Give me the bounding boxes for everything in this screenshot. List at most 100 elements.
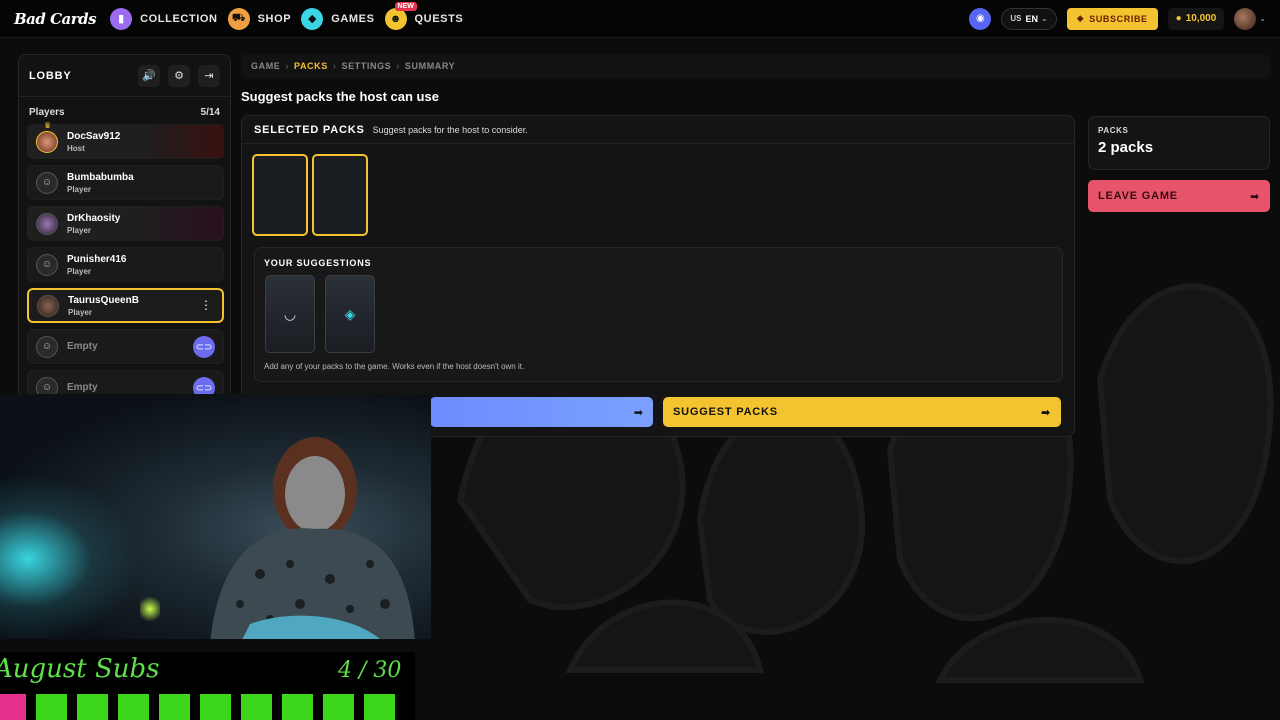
progress-cell: [323, 694, 354, 720]
language-code: EN: [1025, 13, 1038, 24]
avatar: [36, 212, 58, 235]
cart-icon: ⛟: [227, 7, 250, 30]
selected-pack-slot[interactable]: [252, 154, 308, 236]
progress-cell: [200, 694, 231, 720]
collection-icon: ▮: [110, 7, 133, 30]
webcam-overlay: [0, 394, 431, 639]
suggestions-note: Add any of your packs to the game. Works…: [264, 362, 525, 371]
leave-game-button[interactable]: LEAVE GAME ➡: [1088, 180, 1270, 212]
player-role: Player: [68, 307, 93, 317]
player-name: DrKhaosity: [67, 212, 121, 224]
chevron-down-icon[interactable]: ⌄: [1259, 14, 1266, 23]
player-role: Player: [67, 266, 92, 276]
leave-game-label: LEAVE GAME: [1098, 190, 1178, 202]
progress-cell: [282, 694, 313, 720]
nav-collection[interactable]: ▮ COLLECTION: [110, 7, 218, 30]
selected-packs-panel: SELECTED PACKS Suggest packs for the hos…: [241, 115, 1075, 437]
sound-icon[interactable]: 🔊: [138, 64, 160, 87]
player-row[interactable]: DrKhaosity Player: [27, 206, 224, 241]
progress-cell: [159, 694, 190, 720]
breadcrumb-settings[interactable]: SETTINGS: [341, 61, 391, 71]
invite-link-icon[interactable]: ⊂⊃: [193, 336, 215, 358]
arrow-right-icon: ➡: [1040, 406, 1051, 419]
progress-cell: [77, 694, 108, 720]
nav-quests[interactable]: ☻ NEW QUESTS: [384, 1, 464, 30]
arrow-right-icon: ➡: [1249, 190, 1260, 203]
suggestions-box: YOUR SUGGESTIONS ◡ ◈ Add any of your pac…: [254, 247, 1063, 382]
player-role: Player: [67, 184, 92, 194]
nav-games-label: GAMES: [331, 12, 375, 25]
brand-logo[interactable]: Bad Cards: [14, 10, 97, 28]
breadcrumb-packs[interactable]: PACKS: [294, 61, 328, 71]
nav-shop-label: SHOP: [257, 12, 292, 25]
player-name: TaurusQueenB: [68, 294, 139, 306]
nav-shop[interactable]: ⛟ SHOP: [227, 7, 292, 30]
players-header: Players 5/14: [19, 97, 230, 124]
more-options-icon[interactable]: ⋮: [200, 298, 212, 312]
crown-icon: ♛: [44, 121, 52, 130]
flag-icon: US: [1010, 14, 1022, 23]
progress-cell: [364, 694, 395, 720]
selected-pack-slot[interactable]: [312, 154, 368, 236]
subscribe-label: SUBSCRIBE: [1089, 13, 1148, 24]
subscribe-button[interactable]: ◆ SUBSCRIBE: [1066, 7, 1158, 30]
breadcrumb: GAME › PACKS › SETTINGS › SUMMARY: [241, 54, 1270, 78]
avatar: [37, 294, 59, 317]
progress-cell: [36, 694, 67, 720]
avatar: ☺: [36, 253, 58, 276]
avatar: ☺: [36, 171, 58, 194]
progress-cell: [0, 694, 26, 720]
pack-card[interactable]: ◈: [325, 275, 375, 353]
nav-collection-label: COLLECTION: [140, 12, 218, 25]
empty-label: Empty: [67, 341, 98, 352]
player-row[interactable]: ♛ DocSav912 Host: [27, 121, 224, 159]
suggest-packs-button[interactable]: SUGGEST PACKS ➡: [663, 397, 1061, 427]
streamer-figure: [210, 437, 415, 639]
selected-packs-title: SELECTED PACKS: [254, 123, 365, 136]
page-title: Suggest packs the host can use: [241, 89, 439, 104]
breadcrumb-separator: ›: [332, 61, 337, 71]
empty-label: Empty: [67, 382, 98, 393]
quests-icon: ☻: [384, 7, 407, 30]
player-role: Host: [67, 143, 85, 153]
lobby-panel: LOBBY 🔊 ⚙ ⇥ Players 5/14 ♛ DocSav912 Hos…: [18, 54, 231, 399]
coin-icon: ●: [1175, 13, 1182, 24]
chevron-down-icon: ⌄: [1041, 14, 1048, 23]
discord-icon[interactable]: ◉: [969, 7, 992, 30]
player-row[interactable]: TaurusQueenB Player ⋮: [27, 288, 224, 323]
player-row[interactable]: ☺ Punisher416 Player: [27, 247, 224, 282]
webcam-glow: [0, 474, 140, 639]
pack-card[interactable]: ◡: [265, 275, 315, 353]
selected-packs-header: SELECTED PACKS Suggest packs for the hos…: [242, 116, 1074, 144]
breadcrumb-game[interactable]: GAME: [251, 61, 280, 71]
lobby-title: LOBBY: [29, 69, 72, 82]
lobby-header: LOBBY 🔊 ⚙ ⇥: [19, 55, 230, 97]
arrow-right-icon: ➡: [633, 406, 643, 419]
diamond-icon: ◆: [1076, 13, 1085, 23]
previous-button[interactable]: ➡: [430, 397, 653, 427]
player-row[interactable]: ☺ Bumbabumba Player: [27, 165, 224, 200]
smile-pack-icon: ◡: [283, 305, 297, 322]
coin-amount: 10,000: [1185, 13, 1217, 24]
suggest-packs-label: SUGGEST PACKS: [673, 406, 778, 418]
language-selector[interactable]: US EN ⌄: [1001, 7, 1057, 30]
new-badge: NEW: [394, 1, 417, 11]
user-avatar[interactable]: [1234, 7, 1257, 30]
coin-balance[interactable]: ● 10,000: [1167, 7, 1225, 30]
subs-progress-cells: [0, 694, 405, 720]
settings-icon[interactable]: ⚙: [168, 64, 190, 87]
players-count: 5/14: [200, 107, 220, 118]
exit-icon[interactable]: ⇥: [198, 64, 220, 87]
subs-goal-widget: August Subs 4 / 30: [0, 652, 415, 720]
player-name: Punisher416: [67, 253, 127, 265]
nav-quests-label: QUESTS: [414, 12, 464, 25]
progress-cell: [118, 694, 149, 720]
player-name: DocSav912: [67, 130, 121, 142]
empty-slot[interactable]: ☺ Empty ⊂⊃: [27, 329, 224, 364]
webcam-lamp: [140, 594, 160, 624]
games-icon: ◆: [301, 7, 324, 30]
breadcrumb-summary[interactable]: SUMMARY: [405, 61, 455, 71]
nav-games[interactable]: ◆ GAMES: [301, 7, 375, 30]
players-label: Players: [29, 107, 65, 118]
packs-summary: PACKS 2 packs: [1088, 116, 1270, 170]
